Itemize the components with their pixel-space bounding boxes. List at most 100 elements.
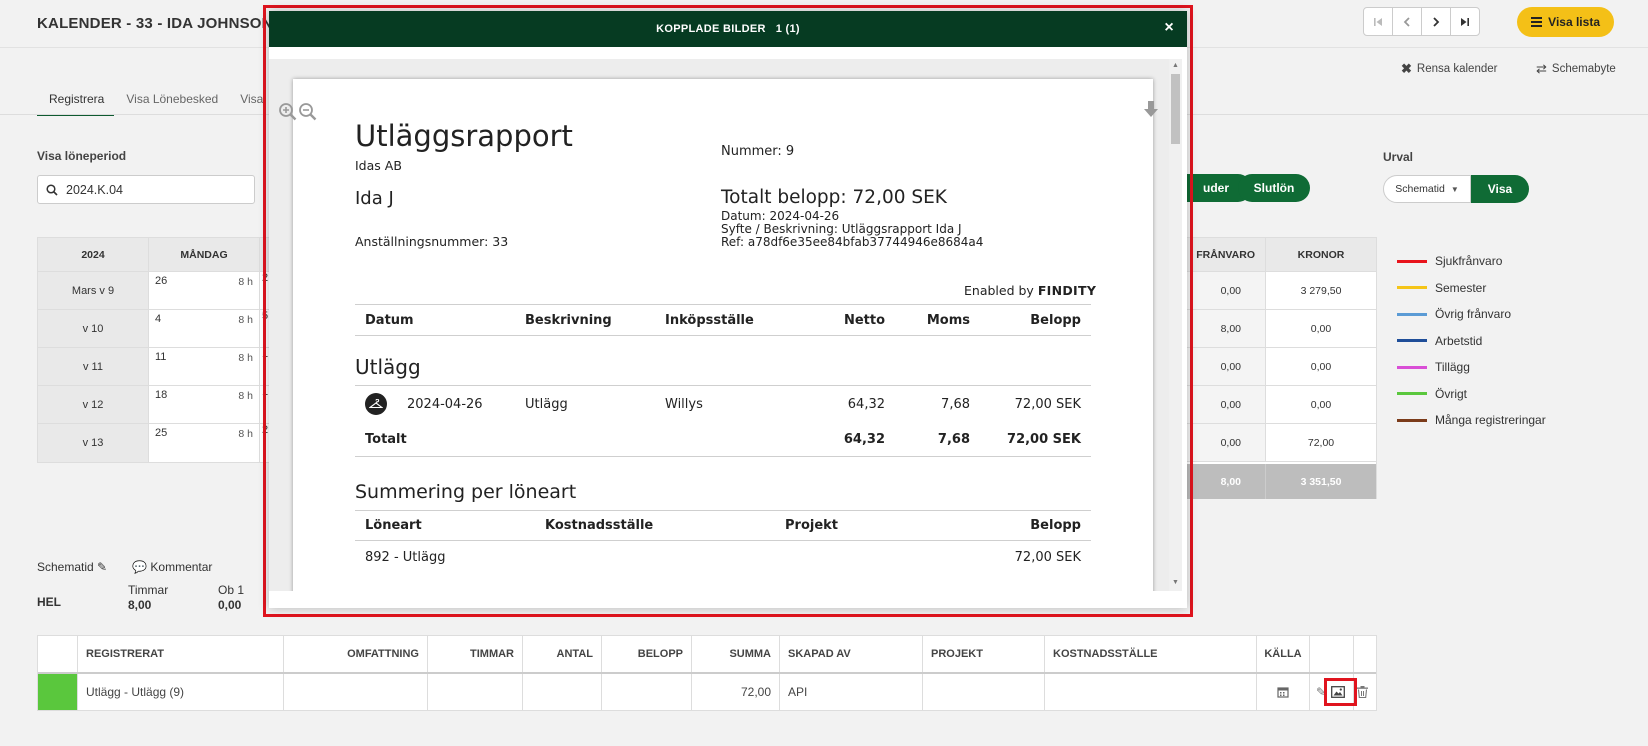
scroll-thumb[interactable] [1171, 74, 1180, 144]
previous-record-button[interactable] [1392, 7, 1422, 36]
day-number: 4 [155, 313, 162, 325]
download-icon[interactable] [1143, 101, 1159, 119]
cell-omfattning [284, 674, 428, 710]
viewer-scrollbar[interactable]: ▲ ▼ [1169, 59, 1182, 591]
day-hours: 8 h [238, 314, 253, 326]
last-icon [1461, 17, 1469, 26]
day-hours: 8 h [238, 428, 253, 440]
tab-visa-lonebesked[interactable]: Visa Lönebesked [114, 80, 228, 116]
schemabyte-label: Schemabyte [1551, 63, 1616, 75]
kommentar-link[interactable]: 💬 Kommentar [132, 560, 212, 574]
schematid-edit-link[interactable]: Schematid ✎ [37, 560, 107, 574]
column-header: Projekt [785, 518, 839, 533]
hanger-icon [365, 393, 387, 415]
first-record-button[interactable] [1363, 7, 1393, 36]
urval-select[interactable]: Schematid ▼ [1383, 175, 1471, 203]
record-navigation [1363, 7, 1480, 36]
calendar-day[interactable]: 25 8 h [149, 424, 260, 462]
column-header: Netto [843, 312, 885, 328]
calendar-day[interactable]: 4 8 h [149, 310, 260, 347]
expense-description: Utlägg [525, 396, 568, 412]
expense-total-row: Totalt 64,32 7,68 72,00 SEK [355, 422, 1091, 456]
trash-icon[interactable] [1357, 686, 1368, 698]
legend-item: Sjukfrånvaro [1397, 248, 1546, 275]
summary-row: 8,00 0,00 [1186, 310, 1376, 348]
total-net: 64,32 [843, 431, 885, 447]
legend: Sjukfrånvaro Semester Övrig frånvaro Arb… [1397, 248, 1546, 434]
legend-swatch [1397, 365, 1427, 369]
document-viewer[interactable]: Utläggsrapport Idas AB Nummer: 9 Ida J T… [269, 59, 1181, 591]
franvaro-total: 8,00 [1186, 464, 1266, 499]
franvaro-value: 8,00 [1186, 310, 1266, 347]
total-label: Totalt [365, 431, 407, 447]
legend-label: Sjukfrånvaro [1435, 254, 1503, 269]
slutlon-button[interactable]: Slutlön [1238, 174, 1310, 202]
day-hours: 8 h [238, 390, 253, 402]
first-icon [1374, 17, 1382, 26]
section-utlagg: Utlägg [355, 355, 421, 379]
total-sum: 72,00 SEK [1007, 431, 1081, 447]
report-ref: Ref: a78df6e35ee84bfab37744946e8684a4 [721, 235, 984, 249]
day-hours: 8 h [238, 352, 253, 364]
column-header: Löneart [365, 518, 422, 533]
summary-row: 0,00 0,00 [1186, 348, 1376, 386]
franvaro-value: 0,00 [1186, 386, 1266, 423]
franvaro-value: 0,00 [1186, 424, 1266, 461]
urval-visa-button[interactable]: Visa [1471, 175, 1529, 203]
franvaro-header: FRÅNVARO [1186, 238, 1266, 271]
weekday-header-monday: MÅNDAG [149, 238, 260, 271]
rensa-kalender-link[interactable]: ✖ Rensa kalender [1401, 61, 1497, 77]
cell-registrerat: Utlägg - Utlägg (9) [78, 674, 284, 710]
column-header: Inköpsställe [665, 312, 754, 328]
kronor-value: 0,00 [1310, 360, 1332, 373]
expense-vat: 7,68 [941, 396, 970, 412]
calendar-day[interactable]: 11 8 h [149, 348, 260, 385]
legend-swatch [1397, 392, 1427, 396]
visa-lista-button[interactable]: Visa lista [1517, 7, 1614, 37]
loneart-value: 892 - Utlägg [365, 549, 446, 565]
table-row[interactable]: Utlägg - Utlägg (9) 72,00 API ✎ [38, 674, 1376, 710]
column-header: PROJEKT [923, 636, 1045, 672]
scroll-down-icon[interactable]: ▼ [1172, 579, 1179, 586]
period-input[interactable]: 2024.K.04 [37, 175, 255, 204]
day-number: 18 [155, 389, 168, 401]
legend-label: Övrigt [1435, 386, 1468, 401]
column-header: OMFATTNING [284, 636, 428, 672]
enabled-by: Enabled by FINDITY [964, 283, 1096, 298]
timmar-value: 8,00 [128, 598, 152, 612]
week-label: v 12 [38, 386, 149, 423]
scroll-up-icon[interactable]: ▲ [1172, 62, 1179, 69]
urval-label: Urval [1383, 150, 1414, 164]
modal-close-button[interactable]: × [1161, 19, 1177, 36]
column-header: BELOPP [602, 636, 692, 672]
expense-net: 64,32 [847, 396, 885, 412]
last-record-button[interactable] [1450, 7, 1480, 36]
tab-registrera[interactable]: Registrera [37, 80, 115, 116]
kronor-value: 72,00 [1307, 436, 1335, 449]
calendar-day[interactable]: 18 8 h [149, 386, 260, 423]
expense-row: 2024-04-26 Utlägg Willys 64,32 7,68 72,0… [355, 386, 1091, 422]
divider [355, 456, 1091, 457]
comment-icon: 💬 [132, 560, 148, 574]
legend-label: Många registreringar [1435, 413, 1546, 428]
legend-item: Tillägg [1397, 354, 1546, 381]
column-header: Belopp [1030, 518, 1081, 533]
registrations-table: REGISTRERAT OMFATTNING TIMMAR ANTAL BELO… [37, 635, 1377, 711]
column-header: Kostnadsställe [545, 518, 654, 533]
loneart-amount: 72,00 SEK [1014, 549, 1081, 565]
kronor-header: KRONOR [1297, 248, 1345, 261]
next-record-button[interactable] [1421, 7, 1451, 36]
franvaro-value: 0,00 [1186, 272, 1266, 309]
schemabyte-link[interactable]: ⇄ Schemabyte [1536, 61, 1616, 77]
calendar-day[interactable]: 26 8 h [149, 272, 260, 309]
shuffle-icon: ⇄ [1536, 61, 1547, 76]
expense-amount: 72,00 SEK [1014, 396, 1081, 412]
calendar-icon [1277, 687, 1289, 698]
status-indicator [38, 674, 78, 710]
tab-bar: Registrera Visa Lönebesked Visa [37, 80, 273, 116]
zoom-out-icon[interactable] [298, 102, 317, 121]
ob-value: 0,00 [218, 598, 242, 612]
caret-down-icon: ▼ [1450, 184, 1459, 194]
expense-report-page: Utläggsrapport Idas AB Nummer: 9 Ida J T… [293, 79, 1153, 591]
zoom-in-icon[interactable] [278, 102, 297, 121]
